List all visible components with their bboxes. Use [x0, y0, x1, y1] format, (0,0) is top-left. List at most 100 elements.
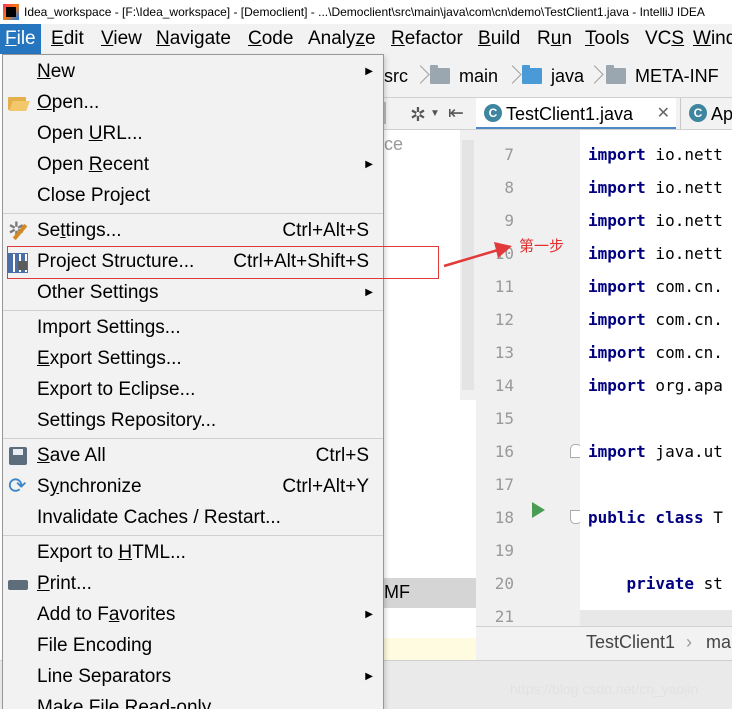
menu-item-close-project[interactable]: Close Project — [3, 180, 383, 211]
breadcrumb-class[interactable]: TestClient1 — [586, 632, 675, 653]
menu-separator — [3, 535, 383, 536]
printer-icon — [8, 574, 28, 597]
tree-highlight-row — [384, 638, 476, 660]
sync-icon — [8, 475, 28, 497]
annotation-step-label: 第一步 — [519, 237, 565, 255]
code-line: import com.cn. — [588, 310, 723, 329]
file-menu-dropdown: New ▶ Open... Open URL... Open Recent ▶ … — [2, 54, 384, 709]
menu-item-print[interactable]: Print... — [3, 568, 383, 599]
settings-wrench-icon — [8, 219, 28, 241]
line-number: 15 — [494, 409, 514, 428]
submenu-arrow-icon: ▶ — [365, 671, 373, 682]
menu-item-open-recent[interactable]: Open Recent ▶ — [3, 149, 383, 180]
submenu-arrow-icon: ▶ — [365, 66, 373, 77]
hide-panel-icon[interactable]: ⇤ — [448, 102, 464, 125]
shortcut-label: Ctrl+Alt+Y — [282, 476, 369, 497]
menu-item-open[interactable]: Open... — [3, 87, 383, 118]
annotation-arrow-icon — [443, 242, 512, 268]
nav-crumb-java[interactable]: java — [522, 54, 584, 97]
chevron-right-icon — [504, 54, 520, 97]
annotation-arrow-head — [494, 242, 512, 258]
window-title: Idea_workspace - [F:\Idea_workspace] - [… — [24, 5, 705, 19]
gear-icon[interactable]: ✲ — [410, 104, 426, 127]
menu-edit[interactable]: Edit — [46, 24, 89, 54]
code-line: import io.nett — [588, 178, 723, 197]
line-number: 14 — [494, 376, 514, 395]
watermark: https://blog.csdn.net/cn_yaojin — [510, 681, 699, 697]
menu-item-line-separators[interactable]: Line Separators ▶ — [3, 661, 383, 692]
menu-item-new[interactable]: New ▶ — [3, 56, 383, 87]
code-line: import java.ut — [588, 442, 723, 461]
submenu-arrow-icon: ▶ — [365, 609, 373, 620]
folder-icon — [606, 65, 626, 84]
menu-window[interactable]: Window — [688, 24, 732, 54]
tab-second[interactable]: C Ap — [680, 98, 732, 129]
menu-tools[interactable]: Tools — [580, 24, 634, 54]
folder-icon — [430, 65, 450, 84]
line-number: 17 — [494, 475, 514, 494]
menu-item-settings[interactable]: Settings... Ctrl+Alt+S — [3, 215, 383, 246]
menu-item-make-file-read-only[interactable]: Make File Read-only — [3, 692, 383, 709]
tab-testclient1[interactable]: C TestClient1.java ✕ — [476, 98, 676, 129]
menu-run[interactable]: Run — [532, 24, 577, 54]
window-titlebar: Idea_workspace - [F:\Idea_workspace] - [… — [0, 0, 732, 24]
menu-vcs[interactable]: VCS — [640, 24, 689, 54]
menu-item-export-to-html[interactable]: Export to HTML... — [3, 537, 383, 568]
line-number: 7 — [504, 145, 514, 164]
code-line: import io.nett — [588, 145, 723, 164]
menu-view[interactable]: View — [96, 24, 147, 54]
menu-item-other-settings[interactable]: Other Settings ▶ — [3, 277, 383, 308]
menu-item-file-encoding[interactable]: File Encoding — [3, 630, 383, 661]
menu-item-project-structure[interactable]: Project Structure... Ctrl+Alt+Shift+S — [3, 246, 383, 277]
project-toolbar: ✲ ▼ ⇤ — [384, 98, 476, 130]
shortcut-label: Ctrl+S — [315, 445, 369, 466]
editor-tabs: C TestClient1.java ✕ C Ap — [476, 98, 732, 130]
menu-item-open-url[interactable]: Open URL... — [3, 118, 383, 149]
breadcrumb-method[interactable]: ma — [706, 632, 731, 653]
chevron-down-icon[interactable]: ▼ — [430, 108, 440, 119]
menu-item-invalidate-caches[interactable]: Invalidate Caches / Restart... — [3, 502, 383, 533]
menu-item-synchronize[interactable]: Synchronize Ctrl+Alt+Y — [3, 471, 383, 502]
menu-separator — [3, 310, 383, 311]
source-folder-icon — [522, 65, 542, 84]
line-number: 12 — [494, 310, 514, 329]
menu-item-save-all[interactable]: Save All Ctrl+S — [3, 440, 383, 471]
menu-navigate[interactable]: Navigate — [151, 24, 236, 54]
code-line: import org.apa — [588, 376, 723, 395]
java-class-icon: C — [689, 104, 707, 122]
navigation-bar: src main java META-INF — [384, 54, 732, 98]
annotation-arrow-shaft — [443, 248, 499, 268]
menu-code[interactable]: Code — [243, 24, 298, 54]
code-editor[interactable]: import io.nett import io.nett import io.… — [580, 130, 732, 626]
toolbar-divider — [384, 102, 392, 124]
tree-item-fragment-selected[interactable]: MF — [384, 582, 410, 603]
line-number: 9 — [504, 211, 514, 230]
menu-item-add-to-favorites[interactable]: Add to Favorites ▶ — [3, 599, 383, 630]
line-number: 20 — [494, 574, 514, 593]
code-line: import io.nett — [588, 211, 723, 230]
menu-file[interactable]: File — [0, 24, 41, 54]
menu-item-export-to-eclipse[interactable]: Export to Eclipse... — [3, 374, 383, 405]
menu-bar: File Edit View Navigate Code Analyze Ref… — [0, 24, 732, 54]
code-line: private st — [588, 574, 723, 593]
nav-crumb-main[interactable]: main — [430, 54, 498, 97]
menu-analyze[interactable]: Analyze — [303, 24, 381, 54]
menu-item-import-settings[interactable]: Import Settings... — [3, 312, 383, 343]
tree-item-fragment[interactable]: ce — [384, 134, 403, 155]
submenu-arrow-icon: ▶ — [365, 287, 373, 298]
menu-item-export-settings[interactable]: Export Settings... — [3, 343, 383, 374]
project-structure-icon — [8, 252, 28, 273]
line-number: 19 — [494, 541, 514, 560]
run-icon[interactable] — [532, 502, 545, 518]
nav-crumb-meta-inf[interactable]: META-INF — [606, 54, 719, 97]
nav-crumb-src[interactable]: src — [384, 54, 408, 97]
current-line-highlight — [580, 610, 732, 626]
menu-separator — [3, 438, 383, 439]
menu-item-settings-repository[interactable]: Settings Repository... — [3, 405, 383, 436]
close-icon[interactable]: ✕ — [657, 98, 670, 129]
menu-build[interactable]: Build — [473, 24, 525, 54]
menu-refactor[interactable]: Refactor — [386, 24, 468, 54]
code-line: import com.cn. — [588, 343, 723, 362]
save-icon — [8, 446, 28, 466]
chevron-right-icon — [412, 54, 428, 97]
